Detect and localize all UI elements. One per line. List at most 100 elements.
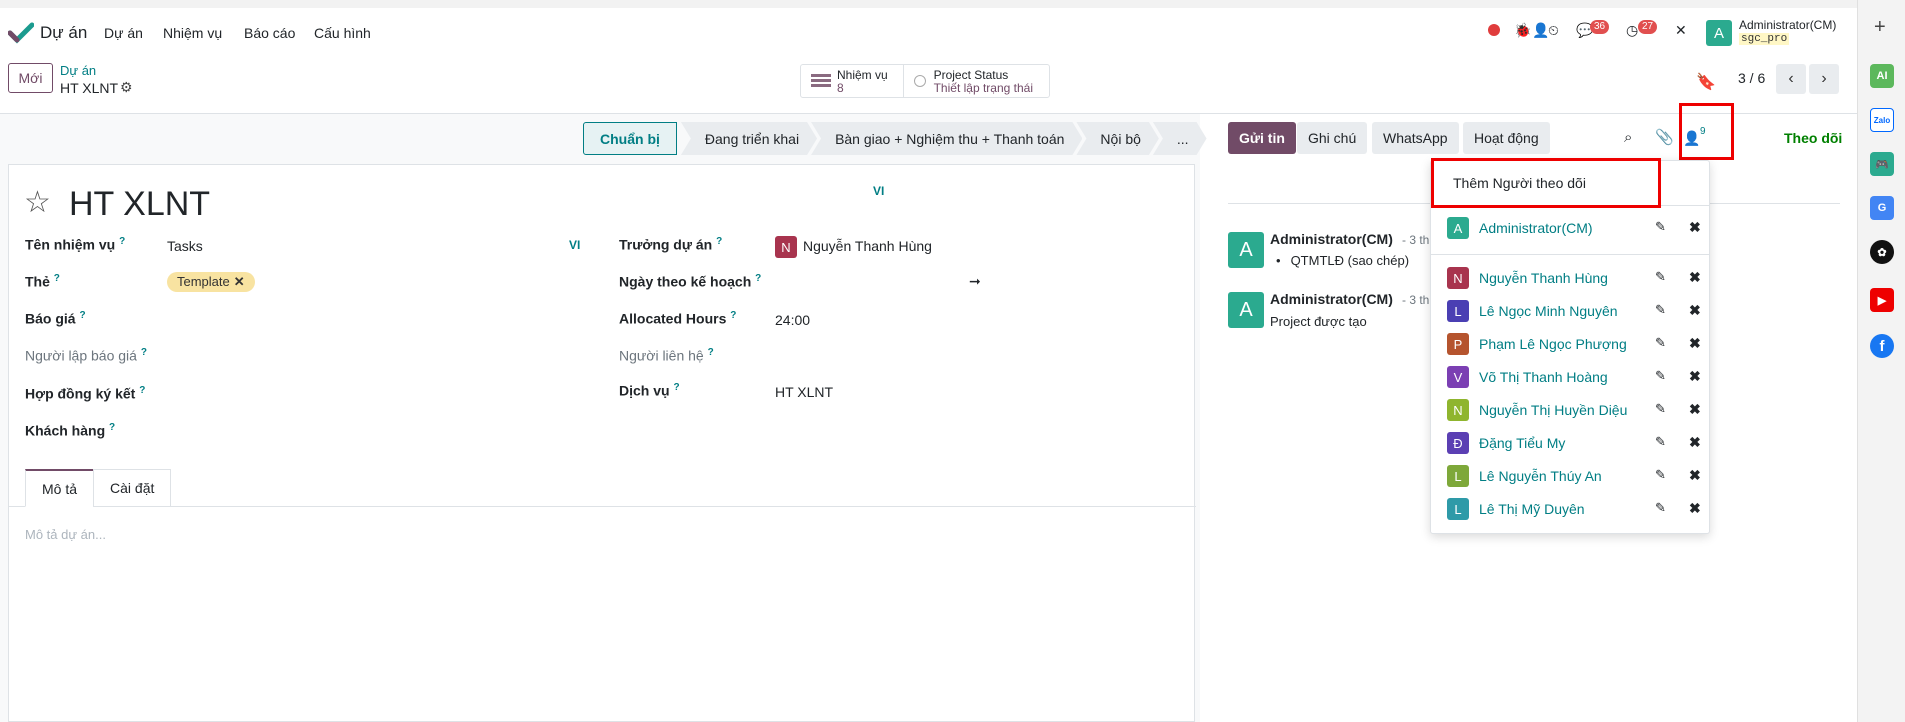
edit-icon[interactable]: ✎ <box>1655 467 1666 483</box>
follower-name[interactable]: Nguyễn Thị Huyền Diệu <box>1479 402 1627 418</box>
gear-icon[interactable]: ⚙ <box>120 79 133 96</box>
follower-name[interactable]: Lê Ngọc Minh Nguyên <box>1479 303 1618 319</box>
follower-row[interactable]: A Administrator(CM) ✎ ✖ <box>1447 217 1701 243</box>
edit-icon[interactable]: ✎ <box>1655 434 1666 450</box>
ai-icon[interactable]: AI <box>1870 64 1894 88</box>
remove-icon[interactable]: ✖ <box>1689 219 1701 236</box>
remove-icon[interactable]: ✖ <box>1689 335 1701 352</box>
breadcrumb-parent[interactable]: Dự án <box>60 63 96 78</box>
follower-row[interactable]: N Nguyễn Thanh Hùng ✎ ✖ <box>1447 267 1701 293</box>
remove-icon[interactable]: ✖ <box>1689 467 1701 484</box>
follower-name[interactable]: Nguyễn Thanh Hùng <box>1479 270 1608 286</box>
tasks-stat-label: Nhiệm vụ <box>837 68 888 82</box>
youtube-icon[interactable]: ▶ <box>1870 288 1894 312</box>
follower-row[interactable]: L Lê Nguyễn Thúy An ✎ ✖ <box>1447 465 1701 491</box>
remove-icon[interactable]: ✖ <box>1689 302 1701 319</box>
edit-icon[interactable]: ✎ <box>1655 269 1666 285</box>
edit-icon[interactable]: ✎ <box>1655 401 1666 417</box>
translate-icon[interactable]: G <box>1870 196 1894 220</box>
remove-icon[interactable]: ✖ <box>1689 368 1701 385</box>
bookmark-icon[interactable]: 🔖 <box>1696 72 1716 92</box>
stage-more[interactable]: ... <box>1153 122 1207 155</box>
message-author[interactable]: Administrator(CM) <box>1270 291 1393 307</box>
field-label-project-manager: Trưởng dự án ? <box>619 236 723 253</box>
remove-icon[interactable]: ✖ <box>1689 434 1701 451</box>
zalo-icon[interactable]: Zalo <box>1870 108 1894 132</box>
app-name[interactable]: Dự án <box>40 23 87 43</box>
stage-dang-trien-khai[interactable]: Đang triển khai <box>681 122 817 155</box>
tag-remove-icon[interactable]: ✕ <box>234 274 245 289</box>
add-follower-highlight-box <box>1431 158 1661 208</box>
pager-value[interactable]: 3 / 6 <box>1738 70 1765 86</box>
log-note-button[interactable]: Ghi chú <box>1297 122 1368 154</box>
recording-dot-icon[interactable] <box>1488 24 1500 36</box>
activity-button[interactable]: Hoạt động <box>1463 122 1550 154</box>
clock-icon[interactable]: ⏲ <box>1548 22 1559 39</box>
stage-ban-giao[interactable]: Bàn giao + Nghiệm thu + Thanh toán <box>811 122 1082 155</box>
whatsapp-button[interactable]: WhatsApp <box>1372 122 1459 154</box>
follower-name[interactable]: Phạm Lê Ngọc Phượng <box>1479 336 1627 352</box>
description-input[interactable]: Mô tả dự án... <box>25 527 106 542</box>
edit-icon[interactable]: ✎ <box>1655 368 1666 384</box>
gamepad-icon[interactable]: 🎮 <box>1870 152 1894 176</box>
breadcrumb-current: HT XLNT <box>60 80 119 96</box>
follower-name[interactable]: Administrator(CM) <box>1479 220 1593 236</box>
follower-name[interactable]: Đặng Tiểu My <box>1479 435 1565 451</box>
remove-icon[interactable]: ✖ <box>1689 401 1701 418</box>
new-button[interactable]: Mới <box>8 63 53 93</box>
menu-item-reports[interactable]: Báo cáo <box>244 25 295 41</box>
follower-avatar: Đ <box>1447 432 1469 454</box>
favorite-star-icon[interactable]: ☆ <box>24 185 51 220</box>
stage-noi-bo[interactable]: Nội bộ <box>1076 122 1158 155</box>
plus-icon[interactable]: + <box>1874 16 1886 39</box>
tab-settings[interactable]: Cài đặt <box>93 469 172 507</box>
follower-row[interactable]: N Nguyễn Thị Huyền Diệu ✎ ✖ <box>1447 399 1701 425</box>
edit-icon[interactable]: ✎ <box>1655 500 1666 516</box>
remove-icon[interactable]: ✖ <box>1689 500 1701 517</box>
user-name[interactable]: Administrator(CM) <box>1739 18 1836 32</box>
follower-avatar: L <box>1447 498 1469 520</box>
title-lang-badge[interactable]: VI <box>873 184 884 198</box>
search-icon[interactable]: ⌕ <box>1624 129 1632 146</box>
menu-item-projects[interactable]: Dự án <box>104 25 143 41</box>
chatgpt-icon[interactable]: ✿ <box>1870 240 1894 264</box>
follower-row[interactable]: V Võ Thị Thanh Hoàng ✎ ✖ <box>1447 366 1701 392</box>
messages-badge: 36 <box>1590 20 1610 34</box>
user-avatar[interactable]: A <box>1706 20 1732 46</box>
allocated-hours-value[interactable]: 24:00 <box>775 312 810 328</box>
tools-icon[interactable]: ✕ <box>1675 22 1687 39</box>
pager-previous-button[interactable]: ‹ <box>1776 64 1806 94</box>
follower-row[interactable]: L Lê Thị Mỹ Duyên ✎ ✖ <box>1447 498 1701 524</box>
follower-row[interactable]: P Phạm Lê Ngọc Phượng ✎ ✖ <box>1447 333 1701 359</box>
stage-chuan-bi[interactable]: Chuẩn bị <box>583 122 677 155</box>
project-app-icon[interactable] <box>8 22 34 44</box>
follow-button[interactable]: Theo dõi <box>1784 130 1842 146</box>
facebook-icon[interactable]: f <box>1870 334 1894 358</box>
send-message-button[interactable]: Gửi tin <box>1228 122 1296 154</box>
project-status-smart-button[interactable]: Project Status Thiết lập trạng thái <box>904 65 1049 97</box>
follower-row[interactable]: Đ Đặng Tiểu My ✎ ✖ <box>1447 432 1701 458</box>
message-author[interactable]: Administrator(CM) <box>1270 231 1393 247</box>
tasks-smart-button[interactable]: Nhiệm vụ 8 <box>801 65 904 97</box>
task-name-lang-badge[interactable]: VI <box>569 238 580 252</box>
service-value[interactable]: HT XLNT <box>775 384 833 400</box>
follower-name[interactable]: Võ Thị Thanh Hoàng <box>1479 369 1608 385</box>
pager-next-button[interactable]: › <box>1809 64 1839 94</box>
edit-icon[interactable]: ✎ <box>1655 302 1666 318</box>
edit-icon[interactable]: ✎ <box>1655 335 1666 351</box>
follower-name[interactable]: Lê Nguyễn Thúy An <box>1479 468 1602 484</box>
paperclip-icon[interactable]: 📎 <box>1655 128 1674 146</box>
edit-icon[interactable]: ✎ <box>1655 219 1666 235</box>
project-title[interactable]: HT XLNT <box>69 185 210 224</box>
task-name-value[interactable]: Tasks <box>167 238 203 254</box>
tab-description[interactable]: Mô tả <box>25 469 95 507</box>
follower-row[interactable]: L Lê Ngọc Minh Nguyên ✎ ✖ <box>1447 300 1701 326</box>
bug-icon[interactable]: 🐞 <box>1514 22 1531 39</box>
menu-item-tasks[interactable]: Nhiệm vụ <box>163 25 222 41</box>
activity-icon[interactable]: ◷ <box>1626 22 1638 39</box>
project-manager-value[interactable]: Nguyễn Thanh Hùng <box>803 238 932 254</box>
user-switch-icon[interactable]: 👤 <box>1532 22 1549 39</box>
follower-name[interactable]: Lê Thị Mỹ Duyên <box>1479 501 1585 517</box>
remove-icon[interactable]: ✖ <box>1689 269 1701 286</box>
menu-item-configuration[interactable]: Cấu hình <box>314 25 371 41</box>
